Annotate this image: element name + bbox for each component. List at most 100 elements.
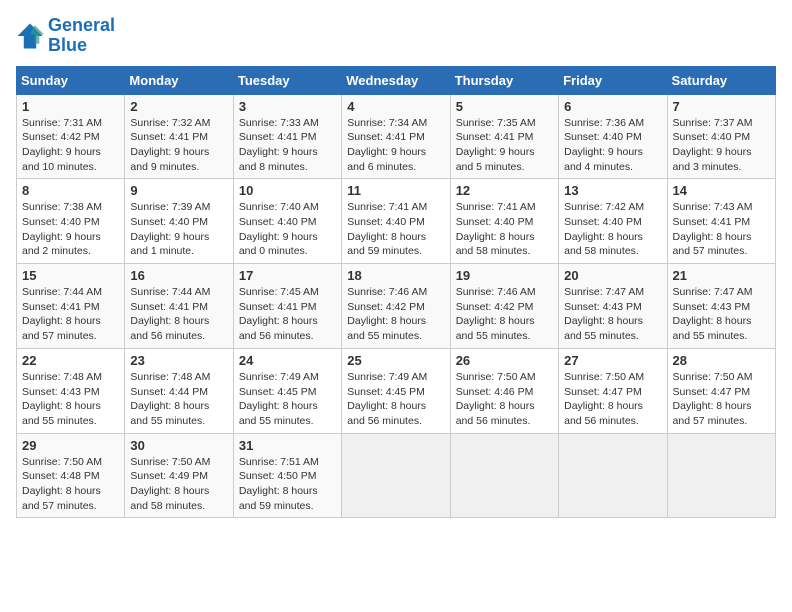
day-info: Sunrise: 7:41 AMSunset: 4:40 PMDaylight:… <box>347 200 444 259</box>
calendar-header-row: SundayMondayTuesdayWednesdayThursdayFrid… <box>17 66 776 94</box>
day-number: 29 <box>22 438 119 453</box>
day-number: 18 <box>347 268 444 283</box>
calendar-cell: 6 Sunrise: 7:36 AMSunset: 4:40 PMDayligh… <box>559 94 667 179</box>
column-header-monday: Monday <box>125 66 233 94</box>
day-info: Sunrise: 7:35 AMSunset: 4:41 PMDaylight:… <box>456 116 553 175</box>
day-number: 15 <box>22 268 119 283</box>
day-number: 9 <box>130 183 227 198</box>
calendar-cell: 11 Sunrise: 7:41 AMSunset: 4:40 PMDaylig… <box>342 179 450 264</box>
day-number: 25 <box>347 353 444 368</box>
day-number: 21 <box>673 268 770 283</box>
calendar-cell: 8 Sunrise: 7:38 AMSunset: 4:40 PMDayligh… <box>17 179 125 264</box>
day-info: Sunrise: 7:45 AMSunset: 4:41 PMDaylight:… <box>239 285 336 344</box>
day-number: 13 <box>564 183 661 198</box>
day-number: 16 <box>130 268 227 283</box>
day-info: Sunrise: 7:49 AMSunset: 4:45 PMDaylight:… <box>239 370 336 429</box>
day-info: Sunrise: 7:42 AMSunset: 4:40 PMDaylight:… <box>564 200 661 259</box>
day-info: Sunrise: 7:31 AMSunset: 4:42 PMDaylight:… <box>22 116 119 175</box>
calendar-cell: 31 Sunrise: 7:51 AMSunset: 4:50 PMDaylig… <box>233 433 341 518</box>
calendar-cell: 18 Sunrise: 7:46 AMSunset: 4:42 PMDaylig… <box>342 264 450 349</box>
calendar-cell: 14 Sunrise: 7:43 AMSunset: 4:41 PMDaylig… <box>667 179 775 264</box>
calendar-cell: 1 Sunrise: 7:31 AMSunset: 4:42 PMDayligh… <box>17 94 125 179</box>
page-header: General Blue <box>16 16 776 56</box>
day-info: Sunrise: 7:41 AMSunset: 4:40 PMDaylight:… <box>456 200 553 259</box>
day-info: Sunrise: 7:50 AMSunset: 4:48 PMDaylight:… <box>22 455 119 514</box>
day-number: 6 <box>564 99 661 114</box>
day-info: Sunrise: 7:37 AMSunset: 4:40 PMDaylight:… <box>673 116 770 175</box>
calendar-cell: 2 Sunrise: 7:32 AMSunset: 4:41 PMDayligh… <box>125 94 233 179</box>
day-number: 27 <box>564 353 661 368</box>
day-info: Sunrise: 7:50 AMSunset: 4:47 PMDaylight:… <box>673 370 770 429</box>
day-number: 5 <box>456 99 553 114</box>
calendar-week-3: 15 Sunrise: 7:44 AMSunset: 4:41 PMDaylig… <box>17 264 776 349</box>
calendar-table: SundayMondayTuesdayWednesdayThursdayFrid… <box>16 66 776 519</box>
day-number: 30 <box>130 438 227 453</box>
day-info: Sunrise: 7:34 AMSunset: 4:41 PMDaylight:… <box>347 116 444 175</box>
column-header-wednesday: Wednesday <box>342 66 450 94</box>
day-info: Sunrise: 7:40 AMSunset: 4:40 PMDaylight:… <box>239 200 336 259</box>
calendar-cell: 26 Sunrise: 7:50 AMSunset: 4:46 PMDaylig… <box>450 348 558 433</box>
day-info: Sunrise: 7:46 AMSunset: 4:42 PMDaylight:… <box>347 285 444 344</box>
calendar-cell: 21 Sunrise: 7:47 AMSunset: 4:43 PMDaylig… <box>667 264 775 349</box>
calendar-cell: 19 Sunrise: 7:46 AMSunset: 4:42 PMDaylig… <box>450 264 558 349</box>
logo-text: General Blue <box>48 16 115 56</box>
day-number: 11 <box>347 183 444 198</box>
day-number: 14 <box>673 183 770 198</box>
calendar-week-4: 22 Sunrise: 7:48 AMSunset: 4:43 PMDaylig… <box>17 348 776 433</box>
calendar-cell: 3 Sunrise: 7:33 AMSunset: 4:41 PMDayligh… <box>233 94 341 179</box>
day-number: 7 <box>673 99 770 114</box>
day-info: Sunrise: 7:46 AMSunset: 4:42 PMDaylight:… <box>456 285 553 344</box>
day-number: 24 <box>239 353 336 368</box>
calendar-cell: 13 Sunrise: 7:42 AMSunset: 4:40 PMDaylig… <box>559 179 667 264</box>
calendar-cell <box>667 433 775 518</box>
day-number: 22 <box>22 353 119 368</box>
day-info: Sunrise: 7:50 AMSunset: 4:47 PMDaylight:… <box>564 370 661 429</box>
calendar-cell: 15 Sunrise: 7:44 AMSunset: 4:41 PMDaylig… <box>17 264 125 349</box>
calendar-cell: 20 Sunrise: 7:47 AMSunset: 4:43 PMDaylig… <box>559 264 667 349</box>
calendar-cell: 4 Sunrise: 7:34 AMSunset: 4:41 PMDayligh… <box>342 94 450 179</box>
calendar-body: 1 Sunrise: 7:31 AMSunset: 4:42 PMDayligh… <box>17 94 776 518</box>
calendar-cell: 22 Sunrise: 7:48 AMSunset: 4:43 PMDaylig… <box>17 348 125 433</box>
day-number: 26 <box>456 353 553 368</box>
day-number: 28 <box>673 353 770 368</box>
day-info: Sunrise: 7:44 AMSunset: 4:41 PMDaylight:… <box>130 285 227 344</box>
logo: General Blue <box>16 16 115 56</box>
day-number: 1 <box>22 99 119 114</box>
column-header-sunday: Sunday <box>17 66 125 94</box>
day-number: 23 <box>130 353 227 368</box>
day-number: 31 <box>239 438 336 453</box>
calendar-cell: 9 Sunrise: 7:39 AMSunset: 4:40 PMDayligh… <box>125 179 233 264</box>
calendar-cell: 17 Sunrise: 7:45 AMSunset: 4:41 PMDaylig… <box>233 264 341 349</box>
day-info: Sunrise: 7:48 AMSunset: 4:43 PMDaylight:… <box>22 370 119 429</box>
day-number: 20 <box>564 268 661 283</box>
calendar-cell: 23 Sunrise: 7:48 AMSunset: 4:44 PMDaylig… <box>125 348 233 433</box>
calendar-cell: 10 Sunrise: 7:40 AMSunset: 4:40 PMDaylig… <box>233 179 341 264</box>
day-number: 3 <box>239 99 336 114</box>
column-header-thursday: Thursday <box>450 66 558 94</box>
day-number: 2 <box>130 99 227 114</box>
day-info: Sunrise: 7:47 AMSunset: 4:43 PMDaylight:… <box>564 285 661 344</box>
day-number: 10 <box>239 183 336 198</box>
calendar-cell: 25 Sunrise: 7:49 AMSunset: 4:45 PMDaylig… <box>342 348 450 433</box>
day-number: 8 <box>22 183 119 198</box>
calendar-week-2: 8 Sunrise: 7:38 AMSunset: 4:40 PMDayligh… <box>17 179 776 264</box>
calendar-cell: 16 Sunrise: 7:44 AMSunset: 4:41 PMDaylig… <box>125 264 233 349</box>
calendar-cell: 28 Sunrise: 7:50 AMSunset: 4:47 PMDaylig… <box>667 348 775 433</box>
day-info: Sunrise: 7:43 AMSunset: 4:41 PMDaylight:… <box>673 200 770 259</box>
column-header-tuesday: Tuesday <box>233 66 341 94</box>
calendar-cell <box>559 433 667 518</box>
day-info: Sunrise: 7:32 AMSunset: 4:41 PMDaylight:… <box>130 116 227 175</box>
day-number: 19 <box>456 268 553 283</box>
day-info: Sunrise: 7:38 AMSunset: 4:40 PMDaylight:… <box>22 200 119 259</box>
day-info: Sunrise: 7:48 AMSunset: 4:44 PMDaylight:… <box>130 370 227 429</box>
calendar-cell <box>342 433 450 518</box>
calendar-cell: 24 Sunrise: 7:49 AMSunset: 4:45 PMDaylig… <box>233 348 341 433</box>
calendar-cell: 12 Sunrise: 7:41 AMSunset: 4:40 PMDaylig… <box>450 179 558 264</box>
calendar-week-1: 1 Sunrise: 7:31 AMSunset: 4:42 PMDayligh… <box>17 94 776 179</box>
calendar-cell: 29 Sunrise: 7:50 AMSunset: 4:48 PMDaylig… <box>17 433 125 518</box>
day-number: 17 <box>239 268 336 283</box>
day-number: 12 <box>456 183 553 198</box>
day-info: Sunrise: 7:51 AMSunset: 4:50 PMDaylight:… <box>239 455 336 514</box>
calendar-cell <box>450 433 558 518</box>
day-info: Sunrise: 7:44 AMSunset: 4:41 PMDaylight:… <box>22 285 119 344</box>
